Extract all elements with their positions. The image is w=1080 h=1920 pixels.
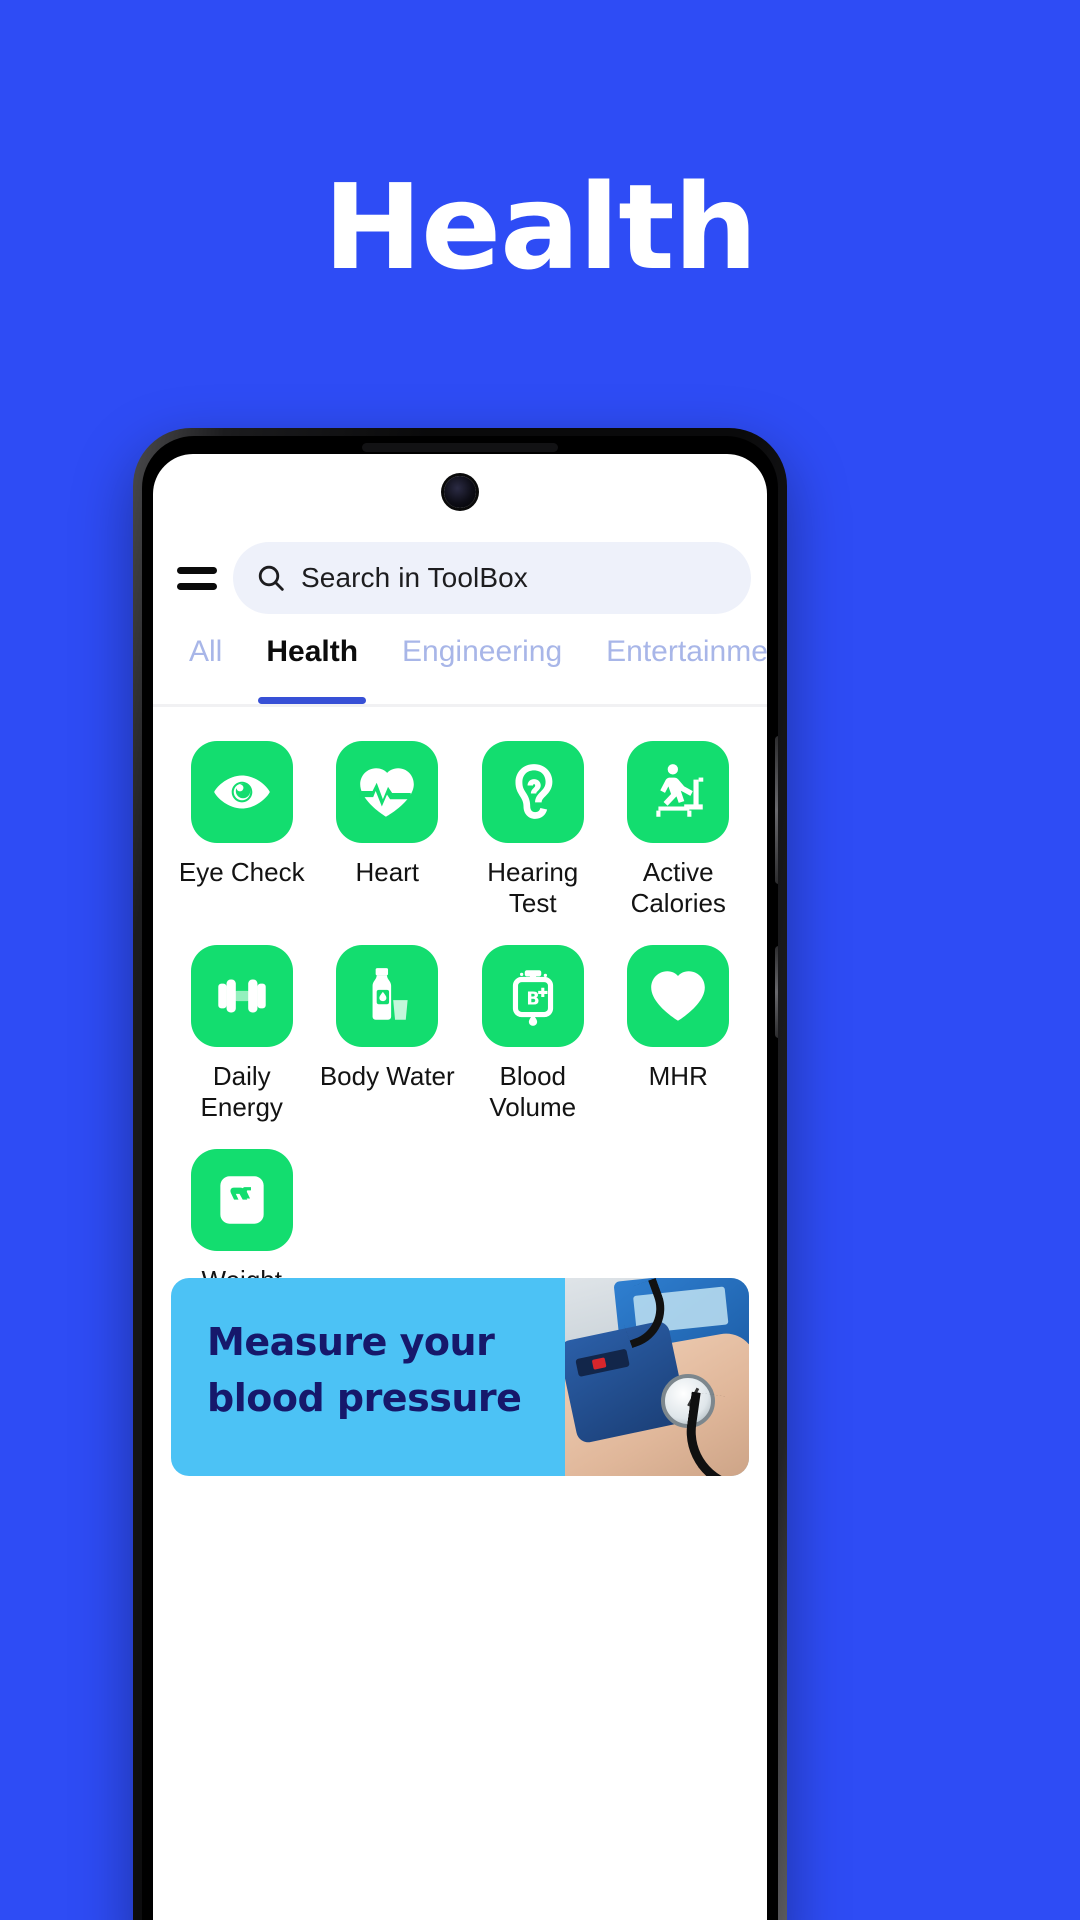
grid-item-label: Body Water xyxy=(319,1061,455,1091)
earpiece-speaker xyxy=(362,443,558,452)
grid-item-eye-check[interactable]: Eye Check xyxy=(169,741,315,919)
grid-item-label: Daily Energy xyxy=(200,1061,283,1122)
tab-engineering[interactable]: Engineering xyxy=(380,629,584,704)
phone-mockup: Search in ToolBox All Health Engineering… xyxy=(133,428,787,1920)
search-input[interactable]: Search in ToolBox xyxy=(233,542,751,614)
tab-health[interactable]: Health xyxy=(244,629,380,704)
power-button[interactable] xyxy=(775,946,778,1038)
grid-item-mhr[interactable]: MHR xyxy=(606,945,752,1123)
grid-item-label: Eye Check xyxy=(178,857,305,887)
heart-icon xyxy=(651,971,706,1021)
tool-tile[interactable] xyxy=(627,945,730,1047)
tool-tile[interactable] xyxy=(627,741,730,843)
tool-tile[interactable] xyxy=(190,945,293,1047)
tool-tile[interactable] xyxy=(190,1149,293,1251)
grid-item-label: Hearing Test xyxy=(487,857,579,918)
app-bar: Search in ToolBox xyxy=(153,532,767,624)
search-placeholder-text: Search in ToolBox xyxy=(301,562,528,593)
hamburger-menu-icon[interactable] xyxy=(171,552,223,604)
front-camera-icon xyxy=(444,476,476,508)
grid-item-daily-energy[interactable]: Daily Energy xyxy=(169,945,315,1123)
grid-item-heart[interactable]: Heart xyxy=(315,741,461,919)
screenshot-root: Health Search in ToolBox All Health Engi… xyxy=(0,0,1080,1920)
promo-banner[interactable]: Measure your blood pressure xyxy=(171,1278,749,1476)
tool-grid: Eye Check Heart Hearing Test Active Calo… xyxy=(153,717,767,1327)
tab-entertainment[interactable]: Entertainment xyxy=(584,629,767,704)
grid-item-label: Blood Volume xyxy=(489,1061,577,1122)
blood-bag-icon: B xyxy=(512,970,553,1026)
tool-tile[interactable]: B xyxy=(481,945,584,1047)
tool-tile[interactable] xyxy=(336,945,439,1047)
promo-banner-line2: blood pressure xyxy=(207,1376,522,1420)
tab-all[interactable]: All xyxy=(167,629,244,704)
weight-scale-icon xyxy=(220,1176,264,1224)
grid-item-hearing-test[interactable]: Hearing Test xyxy=(460,741,606,919)
ear-icon xyxy=(515,764,553,819)
tool-tile[interactable] xyxy=(481,741,584,843)
phone-screen: Search in ToolBox All Health Engineering… xyxy=(153,454,767,1920)
grid-item-body-water[interactable]: Body Water xyxy=(315,945,461,1123)
svg-text:B: B xyxy=(526,989,539,1009)
page-title: Health xyxy=(323,158,757,296)
blood-pressure-cuff-photo xyxy=(565,1278,749,1476)
category-tabs[interactable]: All Health Engineering Entertainment O xyxy=(153,629,767,707)
search-icon xyxy=(258,565,284,591)
tool-tile[interactable] xyxy=(336,741,439,843)
eye-icon xyxy=(213,775,270,809)
grid-item-label: Heart xyxy=(355,857,420,887)
dumbbell-icon xyxy=(218,979,266,1013)
tool-tile[interactable] xyxy=(190,741,293,843)
grid-item-label: MHR xyxy=(648,1061,708,1091)
grid-item-blood-volume[interactable]: B Blood Volume xyxy=(460,945,606,1123)
promo-banner-text: Measure your blood pressure xyxy=(171,1278,565,1476)
treadmill-icon xyxy=(656,764,704,817)
grid-item-label: Active Calories xyxy=(630,857,726,918)
grid-item-active-calories[interactable]: Active Calories xyxy=(606,741,752,919)
phone-bezel: Search in ToolBox All Health Engineering… xyxy=(142,436,778,1920)
volume-button[interactable] xyxy=(775,736,778,884)
heart-pulse-icon xyxy=(359,768,415,817)
water-bottle-glass-icon xyxy=(372,968,408,1020)
promo-banner-line1: Measure your xyxy=(207,1320,495,1364)
